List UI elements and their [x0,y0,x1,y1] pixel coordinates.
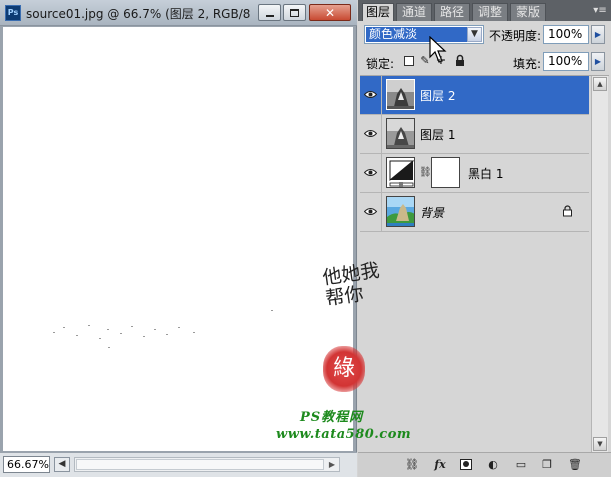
layer-thumbnail [386,118,415,149]
image-speck [166,334,168,335]
layer-thumbnail [386,196,415,227]
image-speck [178,327,180,328]
scrollbar-thumb[interactable] [76,459,324,470]
zoom-level-input[interactable]: 66.67% [3,456,50,473]
photoshop-app-icon: Ps [5,5,21,21]
panel-tab-strip: 图层 通道 路径 调整 蒙版 ▾≡ [358,0,611,21]
document-title-bar[interactable]: Ps source01.jpg @ 66.7% (图层 2, RGB/8... … [0,0,357,26]
layers-panel: 图层 通道 路径 调整 蒙版 ▾≡ 颜色减淡 ▼ 不透明度: 100% ▶ 锁定… [358,0,611,477]
image-speck [99,338,101,339]
image-speck [63,327,65,328]
lock-image-pixels-icon[interactable]: ✎ [418,54,432,68]
layer-style-fx-icon[interactable]: fx [431,457,449,473]
lock-all-icon[interactable] [453,54,467,68]
image-canvas[interactable] [3,27,353,451]
scroll-up-arrow-icon[interactable]: ▲ [593,77,607,91]
image-speck [120,333,122,334]
image-speck [271,310,273,311]
close-icon: ✕ [324,5,336,20]
layer-row[interactable]: ⛓ 黑白 1 [360,154,589,193]
add-mask-icon[interactable] [457,457,475,473]
fill-label: 填充: [513,57,542,71]
tab-adjustments[interactable]: 调整 [472,3,508,21]
link-layers-icon[interactable]: ⛓ [403,457,421,473]
layer-row[interactable]: 背景 [360,193,589,232]
new-group-folder-icon[interactable]: ▭ [512,457,530,473]
layer-visibility-toggle[interactable] [360,193,382,231]
layer-mask-thumbnail[interactable] [431,157,460,188]
layer-visibility-toggle[interactable] [360,115,382,153]
image-speck [107,329,109,330]
eye-icon [364,91,377,98]
tab-paths[interactable]: 路径 [434,3,470,21]
eye-icon [364,208,377,215]
adjustment-layer-icon [386,157,415,188]
tab-channels[interactable]: 通道 [396,3,432,21]
image-speck [76,335,78,336]
image-speck [53,332,55,333]
opacity-slider-button[interactable]: ▶ [591,25,605,44]
delete-layer-trash-icon[interactable]: 🗑 [566,457,584,473]
document-window: Ps source01.jpg @ 66.7% (图层 2, RGB/8... … [0,0,357,477]
panel-menu-icon[interactable]: ▾≡ [593,4,607,17]
layers-list: 图层 2 图层 1 ⛓ 黑白 1 背景 ▲ ▼ [360,75,609,452]
layer-row[interactable]: 图层 1 [360,115,589,154]
layer-name: 图层 2 [420,89,456,103]
maximize-button[interactable] [283,4,306,21]
layer-thumbnail [386,79,415,110]
lock-label: 锁定: [366,57,395,71]
image-speck [88,325,90,326]
lock-transparency-icon[interactable] [402,54,416,68]
chain-link-icon[interactable]: ⛓ [419,165,432,181]
tab-layers[interactable]: 图层 [362,3,394,21]
maximize-icon [290,8,299,17]
status-info-button[interactable]: ◀ [54,457,70,472]
eye-icon [364,169,377,176]
layer-name: 背景 [420,206,445,220]
opacity-input[interactable]: 100% [543,25,589,44]
lock-position-icon[interactable]: ✛ [434,54,448,68]
layer-name: 黑白 1 [468,167,504,181]
opacity-label: 不透明度: [489,29,542,43]
scroll-right-arrow-icon[interactable]: ▶ [326,459,338,470]
chevron-down-icon[interactable]: ▼ [467,27,482,42]
lock-icon [562,205,574,218]
layers-vertical-scrollbar[interactable]: ▲ ▼ [591,76,608,452]
image-speck [108,347,110,348]
image-speck [193,332,195,333]
fill-slider-button[interactable]: ▶ [591,52,605,71]
scroll-down-arrow-icon[interactable]: ▼ [593,437,607,451]
layer-row[interactable]: 图层 2 [360,76,589,115]
blend-mode-select[interactable]: 颜色减淡 ▼ [364,25,484,44]
new-adjustment-layer-icon[interactable]: ◐ [484,457,502,473]
tab-masks[interactable]: 蒙版 [510,3,546,21]
new-layer-icon[interactable]: ❐ [538,457,556,473]
close-button[interactable]: ✕ [309,4,351,21]
minimize-button[interactable] [258,4,281,21]
blend-mode-value: 颜色减淡 [366,27,467,42]
layer-name: 图层 1 [420,128,456,142]
fill-input[interactable]: 100% [543,52,589,71]
image-speck [131,326,133,327]
layer-visibility-toggle[interactable] [360,76,382,114]
image-speck [143,336,145,337]
layers-panel-footer: ⛓ fx ◐ ▭ ❐ 🗑 [358,452,611,477]
layer-visibility-toggle[interactable] [360,154,382,192]
horizontal-scrollbar[interactable]: ▶ [74,457,340,472]
image-speck [154,329,156,330]
document-status-bar: 66.67% ◀ ▶ [0,452,357,477]
eye-icon [364,130,377,137]
document-title: source01.jpg @ 66.7% (图层 2, RGB/8... [26,7,250,21]
minimize-icon [265,14,274,17]
